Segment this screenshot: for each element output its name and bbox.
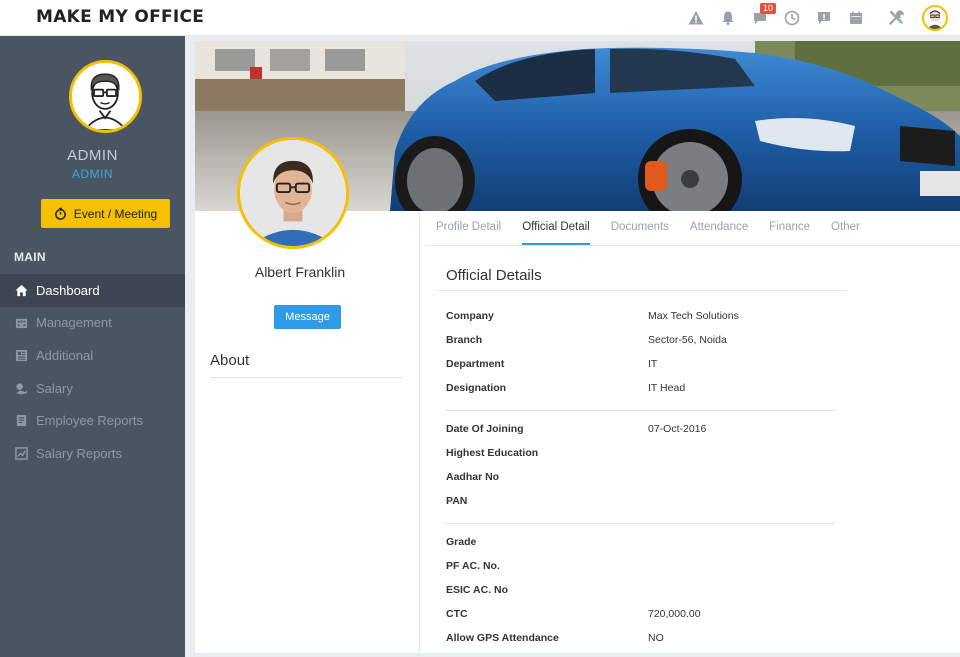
detail-label: PAN	[446, 495, 468, 507]
detail-row-date-of-joining: Date Of Joining 07-Oct-2016	[446, 423, 846, 439]
detail-row-branch: Branch Sector-56, Noida	[446, 334, 846, 350]
about-heading: About	[210, 352, 250, 369]
group-divider	[446, 523, 835, 524]
detail-row-pf-ac-no: PF AC. No.	[446, 560, 846, 576]
admin-name: ADMIN	[67, 147, 118, 164]
detail-label: Date Of Joining	[446, 423, 524, 435]
chart-icon	[15, 446, 28, 460]
profile-panel: Albert Franklin Message About Profile De…	[195, 41, 960, 653]
detail-value: 720,000.00	[648, 608, 701, 620]
clock-icon[interactable]	[780, 6, 804, 30]
sidebar-item-label: Dashboard	[36, 282, 100, 298]
detail-row-department: Department IT	[446, 358, 846, 374]
sidebar-item-employee-reports[interactable]: Employee Reports	[0, 404, 185, 437]
about-divider	[210, 377, 402, 378]
detail-value: 07-Oct-2016	[648, 423, 707, 435]
tab-attendance[interactable]: Attendance	[690, 211, 748, 245]
detail-value: Max Tech Solutions	[648, 310, 739, 322]
sidebar-item-salary-reports[interactable]: Salary Reports	[0, 437, 185, 470]
detail-label: PF AC. No.	[446, 560, 500, 572]
detail-label: Grade	[446, 536, 477, 548]
detail-row-pan: PAN	[446, 495, 846, 511]
detail-label: Designation	[446, 382, 507, 394]
detail-value: NO	[648, 632, 664, 644]
profile-name: Albert Franklin	[254, 264, 346, 280]
detail-row-designation: Designation IT Head	[446, 382, 846, 398]
detail-label: Allow GPS Attendance	[446, 632, 559, 644]
warning-icon[interactable]	[684, 6, 708, 30]
money-icon	[15, 382, 28, 395]
sidebar-item-label: Employee Reports	[36, 413, 143, 429]
sidebar-item-additional[interactable]: Additional	[0, 339, 185, 372]
feedback-icon[interactable]	[812, 6, 836, 30]
admin-avatar	[69, 60, 142, 133]
sidebar-item-dashboard[interactable]: Dashboard	[0, 274, 185, 307]
detail-label: Branch	[446, 334, 483, 346]
detail-value: Sector-56, Noida	[648, 334, 727, 346]
tab-official-detail[interactable]: Official Detail	[522, 211, 590, 245]
column-divider	[419, 211, 420, 653]
detail-label: Company	[446, 310, 494, 322]
group-divider	[446, 410, 835, 411]
sidebar-item-label: Salary	[36, 380, 73, 396]
building-icon	[15, 319, 28, 329]
detail-value: IT	[648, 358, 658, 370]
message-button[interactable]: Message	[274, 305, 341, 329]
top-icons: 10	[684, 0, 960, 36]
home-icon	[15, 284, 28, 296]
detail-row-aadhar-no: Aadhar No	[446, 471, 846, 487]
title-divider	[435, 290, 847, 291]
sidebar-item-label: Management	[36, 315, 112, 331]
app-brand: MAKE MY OFFICE	[36, 7, 205, 27]
profile-photo	[237, 137, 349, 249]
detail-row-highest-education: Highest Education	[446, 447, 846, 463]
sidebar-nav: Dashboard Management Additional Salary E…	[0, 274, 185, 470]
nav-section-main: MAIN	[14, 250, 46, 264]
admin-role: ADMIN	[71, 167, 114, 181]
detail-label: CTC	[446, 608, 468, 620]
tools-icon[interactable]	[884, 6, 908, 30]
detail-label: Aadhar No	[446, 471, 500, 483]
tab-documents[interactable]: Documents	[611, 211, 669, 245]
sidebar-item-label: Salary Reports	[36, 445, 122, 461]
user-avatar[interactable]	[922, 5, 948, 31]
sidebar: ADMIN ADMIN Event / Meeting MAIN Dashboa…	[0, 36, 185, 657]
chat-icon[interactable]: 10	[748, 3, 777, 30]
event-meeting-button[interactable]: Event / Meeting	[41, 199, 170, 228]
detail-row-grade: Grade	[446, 536, 846, 552]
detail-row-company: Company Max Tech Solutions	[446, 310, 846, 326]
stopwatch-icon	[54, 207, 66, 220]
tab-other[interactable]: Other	[831, 211, 860, 245]
official-details-title: Official Details	[446, 267, 542, 284]
tab-profile-detail[interactable]: Profile Detail	[436, 211, 501, 245]
report-icon	[16, 415, 27, 427]
tab-finance[interactable]: Finance	[769, 211, 810, 245]
chat-badge: 10	[760, 3, 777, 14]
detail-value: IT Head	[648, 382, 686, 394]
detail-row-ctc: CTC 720,000.00	[446, 608, 846, 624]
sidebar-item-management[interactable]: Management	[0, 307, 185, 340]
detail-label: Highest Education	[446, 447, 539, 459]
detail-label: Department	[446, 358, 505, 370]
grid-icon	[15, 349, 28, 362]
sidebar-item-salary[interactable]: Salary	[0, 372, 185, 405]
detail-label: ESIC AC. No	[446, 584, 509, 596]
calendar-icon[interactable]	[844, 6, 868, 30]
detail-row-allow-gps-attendance: Allow GPS Attendance NO	[446, 632, 846, 648]
bell-icon[interactable]	[716, 6, 740, 30]
sidebar-item-label: Additional	[36, 347, 94, 363]
top-bar: MAKE MY OFFICE 10	[0, 0, 960, 36]
detail-row-esic-ac-no: ESIC AC. No	[446, 584, 846, 600]
event-meeting-label: Event / Meeting	[73, 206, 158, 221]
tabs-divider	[425, 245, 960, 246]
profile-tabs: Profile Detail Official Detail Documents…	[436, 211, 881, 245]
